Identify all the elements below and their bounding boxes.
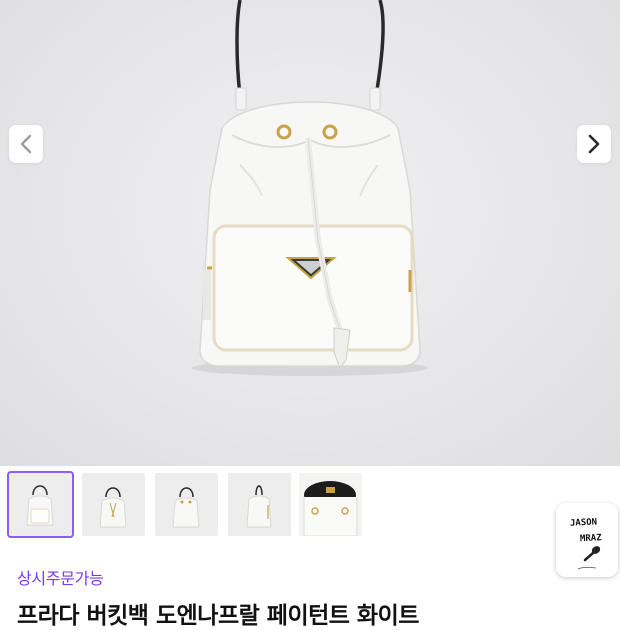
microphone-icon — [583, 546, 601, 562]
thumb-side-view[interactable] — [228, 473, 291, 536]
thumb-strap-view[interactable] — [82, 473, 145, 536]
next-image-button[interactable] — [577, 125, 611, 163]
product-title: 프라다 버킷백 도엔나프랄 페이턴트 화이트 — [17, 603, 419, 629]
chevron-left-icon — [20, 134, 32, 154]
thumb-side-image — [246, 485, 272, 528]
order-status-label: 상시주문가능 — [17, 569, 104, 588]
thumb-interior-view[interactable] — [299, 473, 362, 536]
thumb-strap-image — [99, 487, 127, 528]
jason-mraz-logo: JASON MRAZ — [570, 517, 603, 570]
product-image-gallery — [0, 0, 620, 466]
thumb-back-view[interactable] — [155, 473, 218, 536]
thumb-interior-image — [299, 473, 362, 536]
chevron-right-icon — [588, 134, 600, 154]
svg-text:JASON: JASON — [570, 517, 598, 528]
svg-text:MRAZ: MRAZ — [580, 533, 603, 544]
thumb-front-view[interactable] — [7, 471, 74, 538]
thumbnail-strip — [0, 468, 620, 543]
thumb-front-image — [26, 485, 54, 526]
product-main-image — [192, 0, 428, 376]
artist-badge[interactable]: JASON MRAZ — [556, 503, 618, 577]
thumb-back-image — [172, 487, 200, 528]
previous-image-button[interactable] — [9, 125, 43, 163]
